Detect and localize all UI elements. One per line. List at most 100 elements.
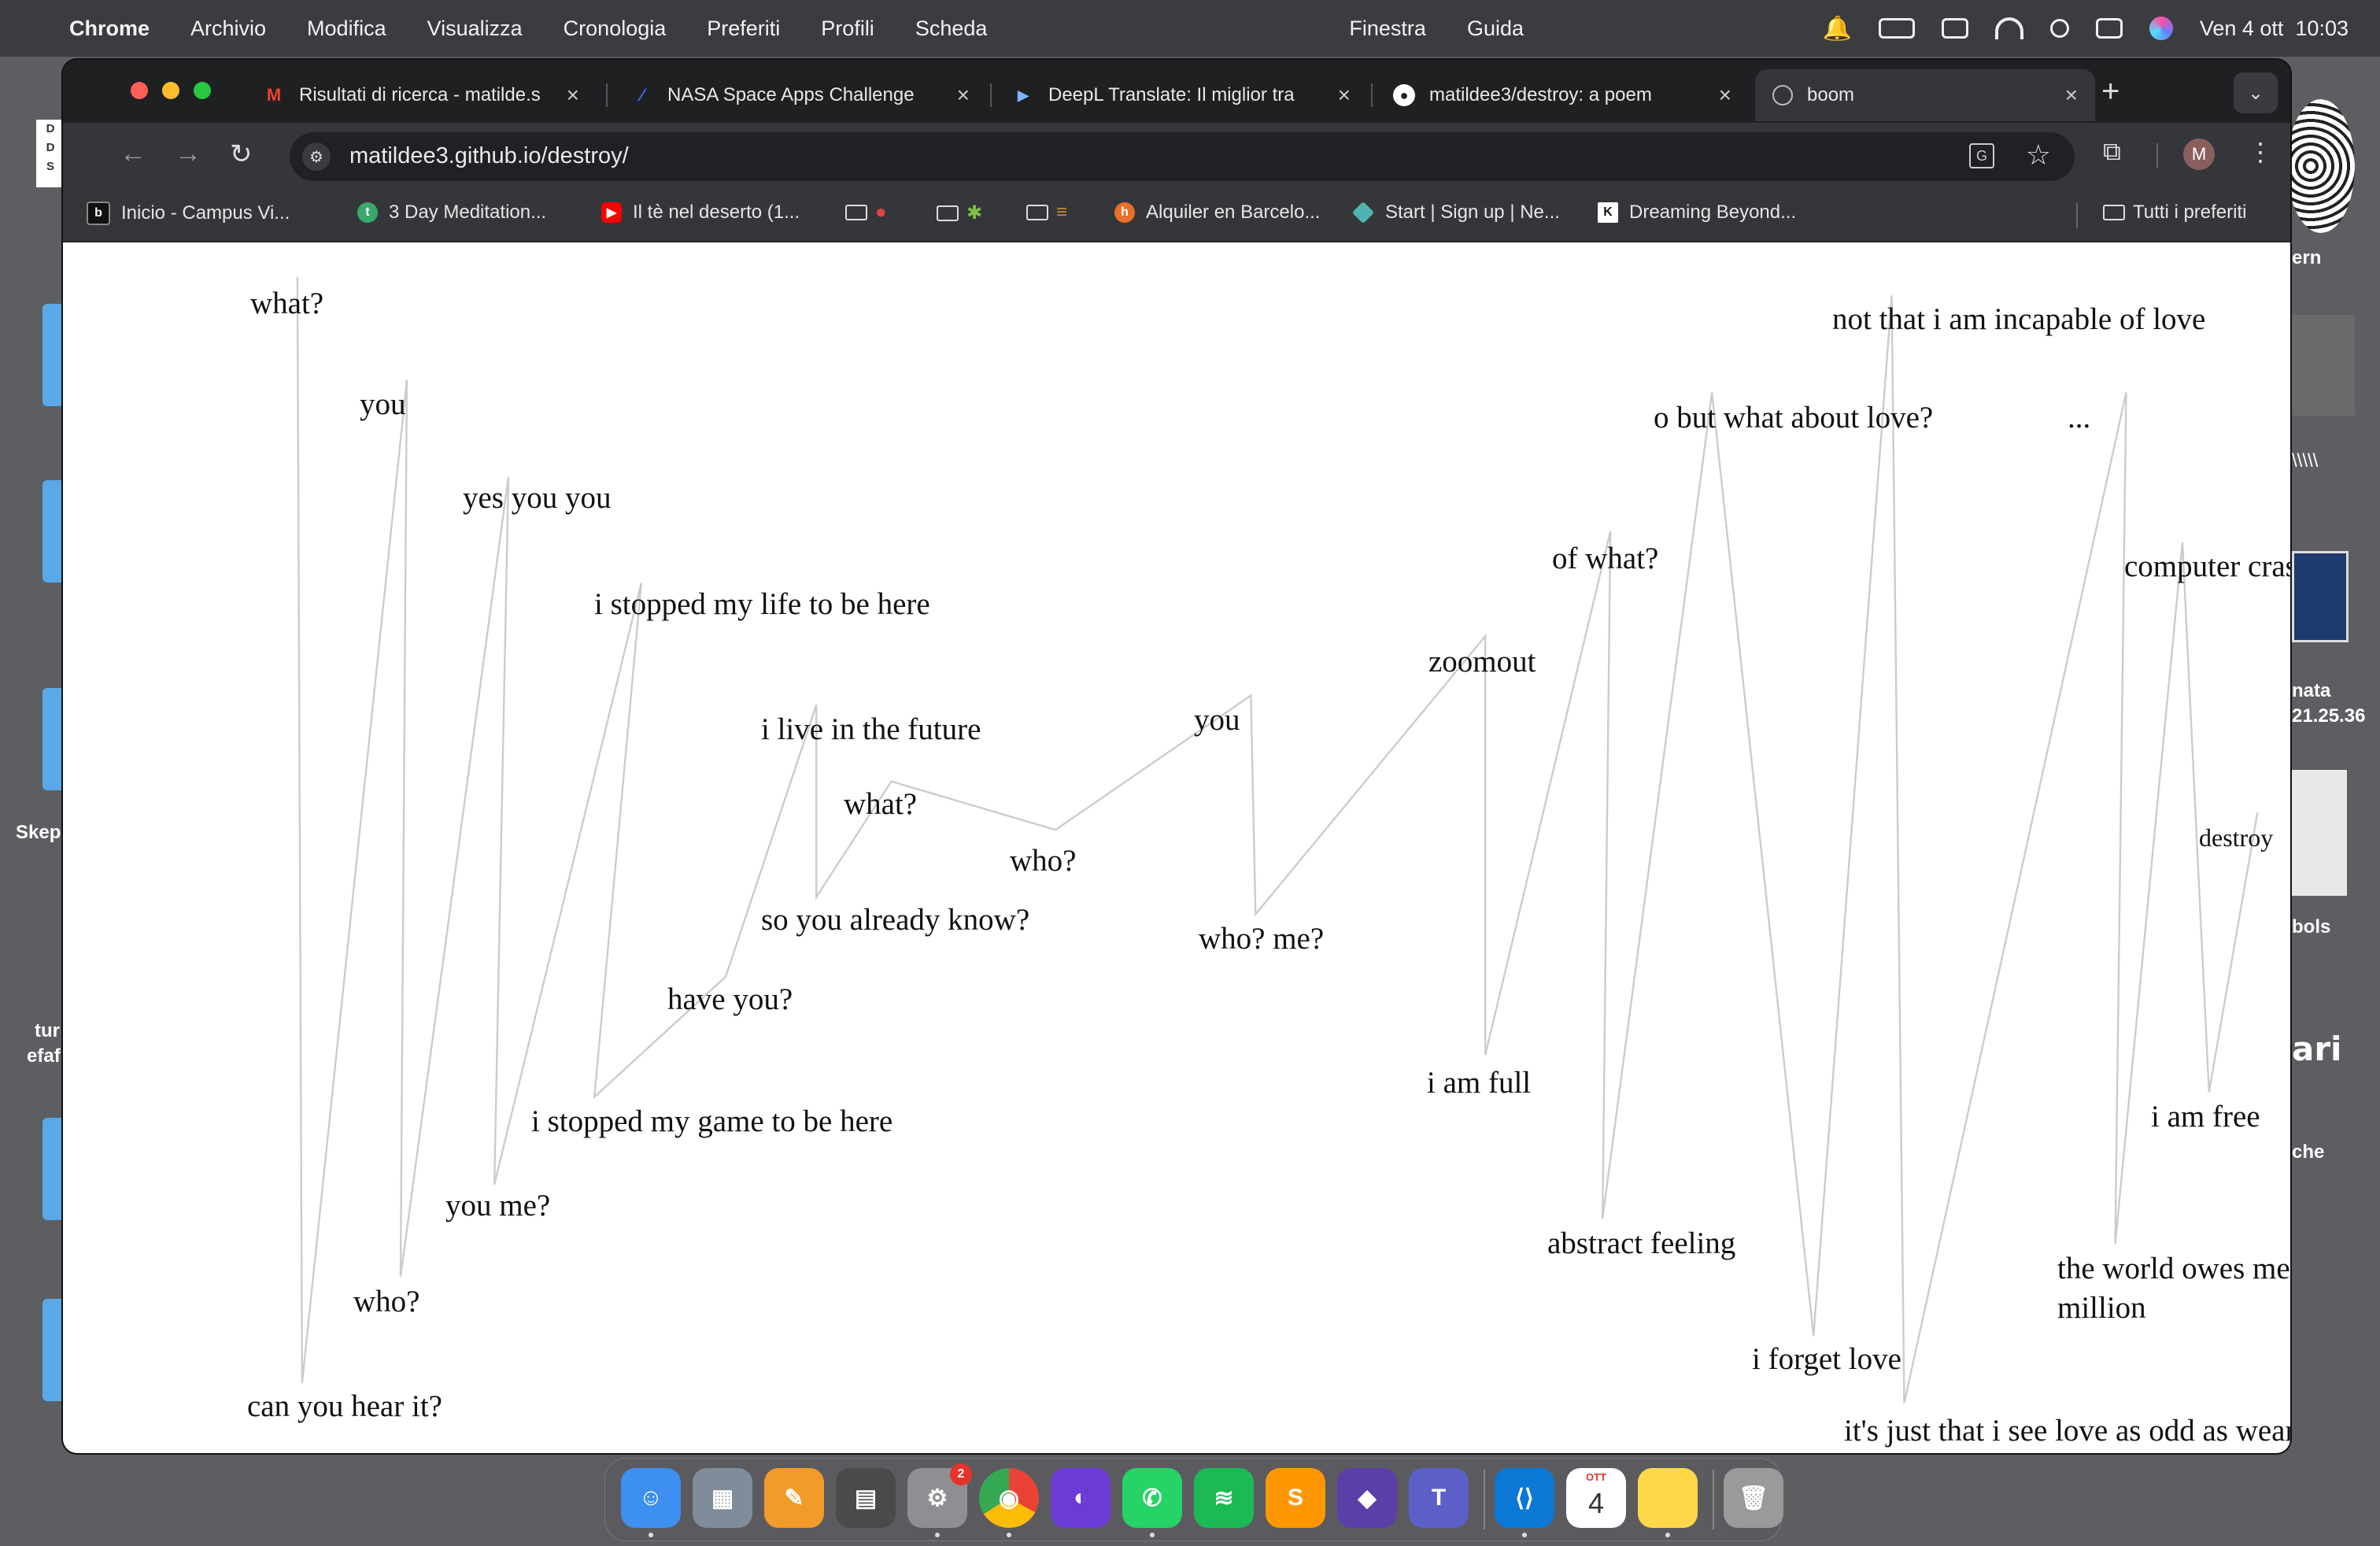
desktop-label[interactable]: che [2292, 1141, 2324, 1163]
menu-modifica[interactable]: Modifica [307, 17, 386, 41]
battery-icon[interactable] [1878, 18, 1915, 39]
bookmark-campus[interactable]: b Inicio - Campus Vi... [87, 202, 290, 225]
control-center-icon[interactable] [2095, 18, 2123, 39]
close-tab-icon[interactable]: × [567, 83, 579, 108]
close-tab-icon[interactable]: × [1338, 83, 1351, 108]
firefox-icon[interactable]: ◐ [1051, 1468, 1111, 1528]
close-tab-icon[interactable]: × [1719, 83, 1731, 108]
desktop-label[interactable]: efaf [27, 1045, 61, 1067]
bookmark-label: Start | Sign up | Ne... [1385, 202, 1560, 223]
keyboard-icon[interactable] [1941, 18, 1968, 39]
desktop-file-icon[interactable]: D D S [36, 120, 65, 187]
tab-gmail[interactable]: M Risultati di ricerca - matilde.s × [246, 69, 597, 121]
menu-cronologia[interactable]: Cronologia [564, 17, 667, 41]
bookmark-start-signup[interactable]: Start | Sign up | Ne... [1351, 201, 1560, 224]
forward-arrow-icon[interactable]: → [175, 139, 201, 169]
minimize-window-button[interactable] [162, 82, 179, 99]
poem-word: i stopped my game to be here [531, 1104, 893, 1138]
desktop-screenshot-thumbnail[interactable] [2292, 551, 2349, 642]
poem-word: you me? [445, 1189, 551, 1222]
desktop-right-icon-fingerprint[interactable] [2287, 99, 2355, 233]
vscode-icon[interactable]: ⟨⟩ [1495, 1468, 1554, 1528]
desktop-label[interactable]: ari [2292, 1030, 2341, 1068]
desktop-label[interactable]: ern [2292, 247, 2321, 269]
tab-nasa[interactable]: ⁄ NASA Space Apps Challenge × [614, 69, 987, 121]
bookmark-folder-palm[interactable]: ✱ [937, 202, 982, 224]
teams-icon[interactable]: T [1409, 1468, 1469, 1528]
tab-separator [606, 83, 608, 107]
obsidian-icon[interactable]: ◆ [1337, 1468, 1397, 1528]
zoom-window-button[interactable] [194, 82, 211, 99]
menu-finestra[interactable]: Finestra [1349, 17, 1426, 41]
new-tab-button[interactable]: + [2101, 74, 2119, 109]
desktop-document-thumbnail[interactable] [2292, 770, 2347, 896]
running-indicator [1522, 1533, 1527, 1537]
whatsapp-icon[interactable]: ✆ [1122, 1468, 1182, 1528]
profile-avatar[interactable]: M [2183, 139, 2215, 170]
bookmark-dreaming-beyond[interactable]: K Dreaming Beyond... [1598, 202, 1796, 224]
desktop-label[interactable]: 21.25.36 [2292, 705, 2365, 727]
poem-word: i am full [1427, 1066, 1532, 1100]
bookmark-youtube[interactable]: ▶ Il tè nel deserto (1... [601, 202, 800, 224]
finder-icon[interactable]: ☺ [621, 1468, 681, 1528]
bookmark-meditation[interactable]: t 3 Day Meditation... [357, 202, 546, 224]
menu-guida[interactable]: Guida [1467, 17, 1524, 41]
notes-icon[interactable] [1638, 1468, 1698, 1528]
chrome-icon[interactable]: ◉ [979, 1468, 1039, 1528]
menubar-clock[interactable]: Ven 4 ott 10:03 [2200, 17, 2349, 41]
menu-visualizza[interactable]: Visualizza [427, 17, 523, 41]
launchpad-icon[interactable]: ▦ [693, 1468, 752, 1528]
calculator-icon[interactable]: ▤ [836, 1468, 896, 1528]
running-indicator [1665, 1533, 1670, 1537]
extensions-puzzle-icon[interactable]: ⧉ [2103, 137, 2121, 167]
menu-scheda[interactable]: Scheda [915, 17, 988, 41]
wifi-icon[interactable] [1994, 17, 2023, 39]
url-text[interactable]: matildee3.github.io/destroy/ [349, 143, 629, 169]
translate-icon[interactable]: G [1969, 143, 1994, 168]
siri-icon[interactable] [2149, 17, 2173, 40]
desktop-photo-thumbnail[interactable] [2292, 315, 2355, 416]
poem-word: computer crash [2124, 549, 2290, 583]
site-info-icon[interactable]: ⚙ [302, 142, 331, 171]
spotify-icon[interactable]: ≋ [1194, 1468, 1254, 1528]
bookmark-star-icon[interactable]: ☆ [2026, 139, 2051, 172]
desktop-label[interactable]: nata [2292, 680, 2330, 702]
tab-deepl[interactable]: ▶ DeepL Translate: Il miglior tra × [995, 69, 1368, 121]
tab-github[interactable]: ● matildee3/destroy: a poem × [1376, 69, 1749, 121]
desktop-label[interactable]: tur [35, 1020, 60, 1042]
system-settings-icon[interactable]: ⚙ 2 [907, 1463, 972, 1528]
menu-app-chrome[interactable]: Chrome [69, 17, 150, 41]
more-menu-icon[interactable]: ⋮ [2248, 137, 2273, 167]
desktop-label[interactable]: \\\\\ [2292, 450, 2318, 472]
tab-boom-active[interactable]: boom × [1755, 69, 2095, 121]
trash-icon[interactable]: 🗑 [1724, 1468, 1783, 1528]
pages-icon[interactable]: ✎ [764, 1468, 824, 1528]
close-window-button[interactable] [131, 82, 148, 99]
menu-profili[interactable]: Profili [821, 17, 874, 41]
sublime-icon[interactable]: S [1266, 1468, 1325, 1528]
bookmark-idealista[interactable]: h Alquiler en Barcelo... [1114, 202, 1320, 224]
menu-archivio[interactable]: Archivio [190, 17, 266, 41]
reload-icon[interactable]: ↻ [230, 139, 253, 170]
desktop-label[interactable]: bols [2292, 916, 2330, 938]
bookmark-folder-books[interactable]: ≡ [1026, 202, 1067, 224]
spotlight-search-icon[interactable] [2049, 19, 2069, 38]
back-arrow-icon[interactable]: ← [120, 139, 146, 169]
address-bar[interactable]: ⚙ matildee3.github.io/destroy/ G ☆ [290, 132, 2075, 181]
poem-word: destroy [2199, 823, 2274, 852]
bookmark-folder-mushroom[interactable]: ● [845, 202, 887, 224]
folder-icon [1026, 205, 1048, 220]
tab-strip: M Risultati di ricerca - matilde.s × ⁄ N… [63, 60, 2290, 123]
desktop-label[interactable]: Skep [16, 822, 61, 844]
close-tab-icon[interactable]: × [2065, 83, 2078, 108]
poem-word: zoomout [1428, 645, 1536, 679]
notification-icon[interactable]: 🔔 [1822, 15, 1851, 43]
poem-word: can you hear it? [247, 1389, 442, 1423]
tab-search-chevron-icon[interactable]: ⌄ [2234, 72, 2278, 113]
all-bookmarks-button[interactable]: Tutti i preferiti [2103, 202, 2246, 224]
running-indicator [935, 1533, 940, 1537]
poem-word: not that i am incapable of love [1832, 302, 2206, 336]
calendar-icon[interactable]: OTT 4 [1566, 1468, 1626, 1528]
close-tab-icon[interactable]: × [957, 83, 970, 108]
menu-preferiti[interactable]: Preferiti [707, 17, 780, 41]
